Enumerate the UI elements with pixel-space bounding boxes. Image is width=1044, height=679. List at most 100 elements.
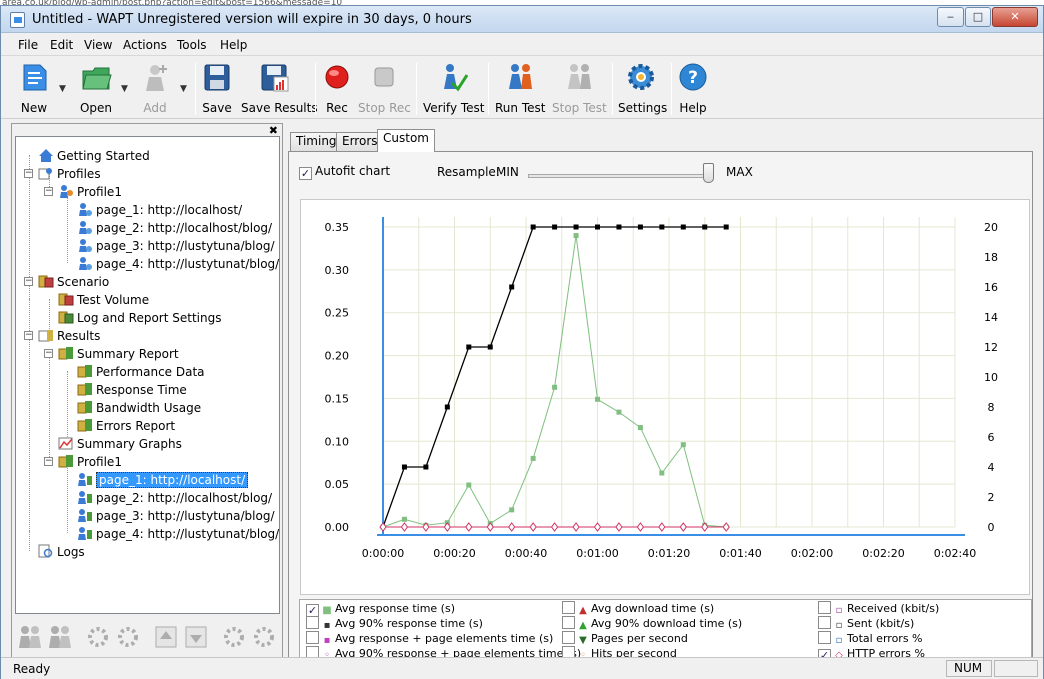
tree-item-page-1[interactable]: page_1: http://localhost/ (77, 201, 242, 219)
legend-checkbox[interactable] (306, 616, 319, 629)
tree-item-test-volume[interactable]: Test Volume (58, 291, 149, 309)
settings-button[interactable]: Settings (618, 61, 667, 117)
tree-item-summary-report[interactable]: Summary Report (58, 345, 179, 363)
collapse-toggle[interactable]: − (44, 349, 53, 358)
tree-item-profile1[interactable]: Profile1 (58, 183, 122, 201)
tree-item-result-page-4[interactable]: page_4: http://lustytunat/blog/ (77, 525, 279, 543)
data-point (401, 464, 407, 470)
resample-slider-thumb[interactable] (703, 163, 714, 183)
legend-item[interactable]: ▼ Pages per second (562, 631, 688, 646)
legend-item[interactable]: ▪ Avg 90% response time (s) (306, 616, 483, 631)
users-copy-icon[interactable] (47, 624, 73, 650)
status-bar: Ready NUM (1, 657, 1043, 679)
add-button[interactable]: Add (139, 61, 171, 117)
gear-remove-icon[interactable] (115, 624, 141, 650)
tree-item-errors-report[interactable]: Errors Report (77, 417, 175, 435)
tree-item-profiles[interactable]: Profiles (38, 165, 101, 183)
tree-item-page-2[interactable]: page_2: http://localhost/blog/ (77, 219, 272, 237)
new-icon (18, 61, 50, 93)
menu-tools[interactable]: Tools (177, 38, 207, 52)
tree-item-summary-graphs[interactable]: Summary Graphs (58, 435, 182, 453)
legend-item[interactable]: ✓ ■ Avg response time (s) (306, 601, 455, 617)
record-icon (321, 61, 353, 93)
autofit-checkbox[interactable]: ✓ Autofit chart (299, 164, 390, 180)
menu-view[interactable]: View (84, 38, 112, 52)
verify-test-button[interactable]: Verify Test (423, 61, 485, 117)
tree-item-logs[interactable]: Logs (38, 543, 85, 561)
open-button[interactable]: Open (77, 61, 115, 117)
users-icon[interactable] (17, 624, 43, 650)
tree-item-response-time[interactable]: Response Time (77, 381, 187, 399)
x-tick-label: 0:00:40 (505, 547, 547, 560)
collapse-toggle[interactable]: − (24, 169, 33, 178)
legend-item[interactable]: ▲ Avg download time (s) (562, 601, 714, 616)
legend-checkbox[interactable] (562, 631, 575, 644)
autofit-check-box[interactable]: ✓ (299, 167, 312, 180)
rec-button[interactable]: Rec (321, 61, 353, 117)
resample-slider-track[interactable] (528, 174, 713, 178)
tree-item-result-page-1[interactable]: page_1: http://localhost/ (77, 471, 249, 489)
legend-item[interactable]: ▫ Received (kbit/s) (818, 601, 939, 616)
gear-add-icon[interactable] (85, 624, 111, 650)
save-results-button[interactable]: Save Results (241, 61, 318, 117)
legend-item[interactable]: ▫ Total errors % (818, 631, 923, 646)
run-test-button[interactable]: Run Test (495, 61, 545, 117)
new-dropdown-icon[interactable]: ▼ (59, 84, 66, 94)
collapse-toggle[interactable]: − (24, 331, 33, 340)
new-button[interactable]: New (17, 61, 51, 117)
legend-item[interactable]: ▪ Avg response + page elements time (s) (306, 631, 553, 646)
toolbar-separator (488, 63, 489, 115)
tree-item-result-page-2[interactable]: page_2: http://localhost/blog/ (77, 489, 272, 507)
tree-item-scenario[interactable]: Scenario (38, 273, 109, 291)
resample-max-label: MAX (726, 165, 753, 179)
collapse-toggle[interactable]: − (44, 457, 53, 466)
settings-gear-alt-icon[interactable] (251, 624, 277, 650)
collapse-toggle[interactable]: − (24, 277, 33, 286)
legend-checkbox[interactable] (818, 631, 831, 644)
y-right-tick-label: 18 (984, 251, 998, 264)
stop-test-button[interactable]: Stop Test (552, 61, 607, 117)
tree-item-bandwidth-usage[interactable]: Bandwidth Usage (77, 399, 201, 417)
tree-item-page-3[interactable]: page_3: http://lustytuna/blog/ (77, 237, 275, 255)
collapse-toggle[interactable]: − (44, 187, 53, 196)
legend-checkbox[interactable] (306, 631, 319, 644)
menu-file[interactable]: File (18, 38, 38, 52)
tree-item-performance-data[interactable]: Performance Data (77, 363, 205, 381)
menu-help[interactable]: Help (220, 38, 247, 52)
menu-actions[interactable]: Actions (123, 38, 167, 52)
tree-item-result-page-3[interactable]: page_3: http://lustytuna/blog/ (77, 507, 275, 525)
legend-checkbox[interactable] (818, 601, 831, 614)
move-down-icon[interactable] (183, 624, 209, 650)
tree-actions-bar (15, 618, 280, 656)
open-dropdown-icon[interactable]: ▼ (121, 84, 128, 94)
legend-checkbox[interactable] (562, 616, 575, 629)
move-up-icon[interactable] (153, 624, 179, 650)
settings-gear-icon[interactable] (221, 624, 247, 650)
menu-edit[interactable]: Edit (50, 38, 73, 52)
legend-item[interactable]: ▲ Avg 90% download time (s) (562, 616, 742, 631)
save-button[interactable]: Save (201, 61, 233, 117)
maximize-button[interactable]: □ (965, 7, 991, 27)
close-button[interactable]: ✕ (992, 7, 1038, 27)
legend-checkbox[interactable] (818, 616, 831, 629)
tree-item-result-profile1[interactable]: Profile1 (58, 453, 122, 471)
window-title: Untitled - WAPT Unregistered version wil… (32, 12, 472, 27)
data-point (659, 470, 665, 476)
legend-checkbox[interactable] (562, 601, 575, 614)
tree-item-log-report-settings[interactable]: Log and Report Settings (58, 309, 221, 327)
tree-item-results[interactable]: Results (38, 327, 100, 345)
tree-item-getting-started[interactable]: Getting Started (38, 147, 150, 165)
data-point (658, 522, 666, 532)
series-swatch-icon: ▲ (579, 620, 587, 631)
add-dropdown-icon[interactable]: ▼ (180, 84, 187, 94)
minimize-button[interactable]: ‒ (937, 7, 964, 27)
tab-custom[interactable]: Custom (377, 129, 435, 152)
series-swatch-icon: ▲ (579, 605, 587, 616)
y-right-tick-label: 14 (984, 311, 998, 324)
tree-item-page-4[interactable]: page_4: http://lustytunat/blog/ (77, 255, 279, 273)
stop-test-icon (563, 61, 595, 93)
stop-rec-button[interactable]: Stop Rec (358, 61, 411, 117)
help-button[interactable]: ? Help (677, 61, 709, 117)
data-point (680, 442, 686, 448)
legend-item[interactable]: ▫ Sent (kbit/s) (818, 616, 914, 631)
